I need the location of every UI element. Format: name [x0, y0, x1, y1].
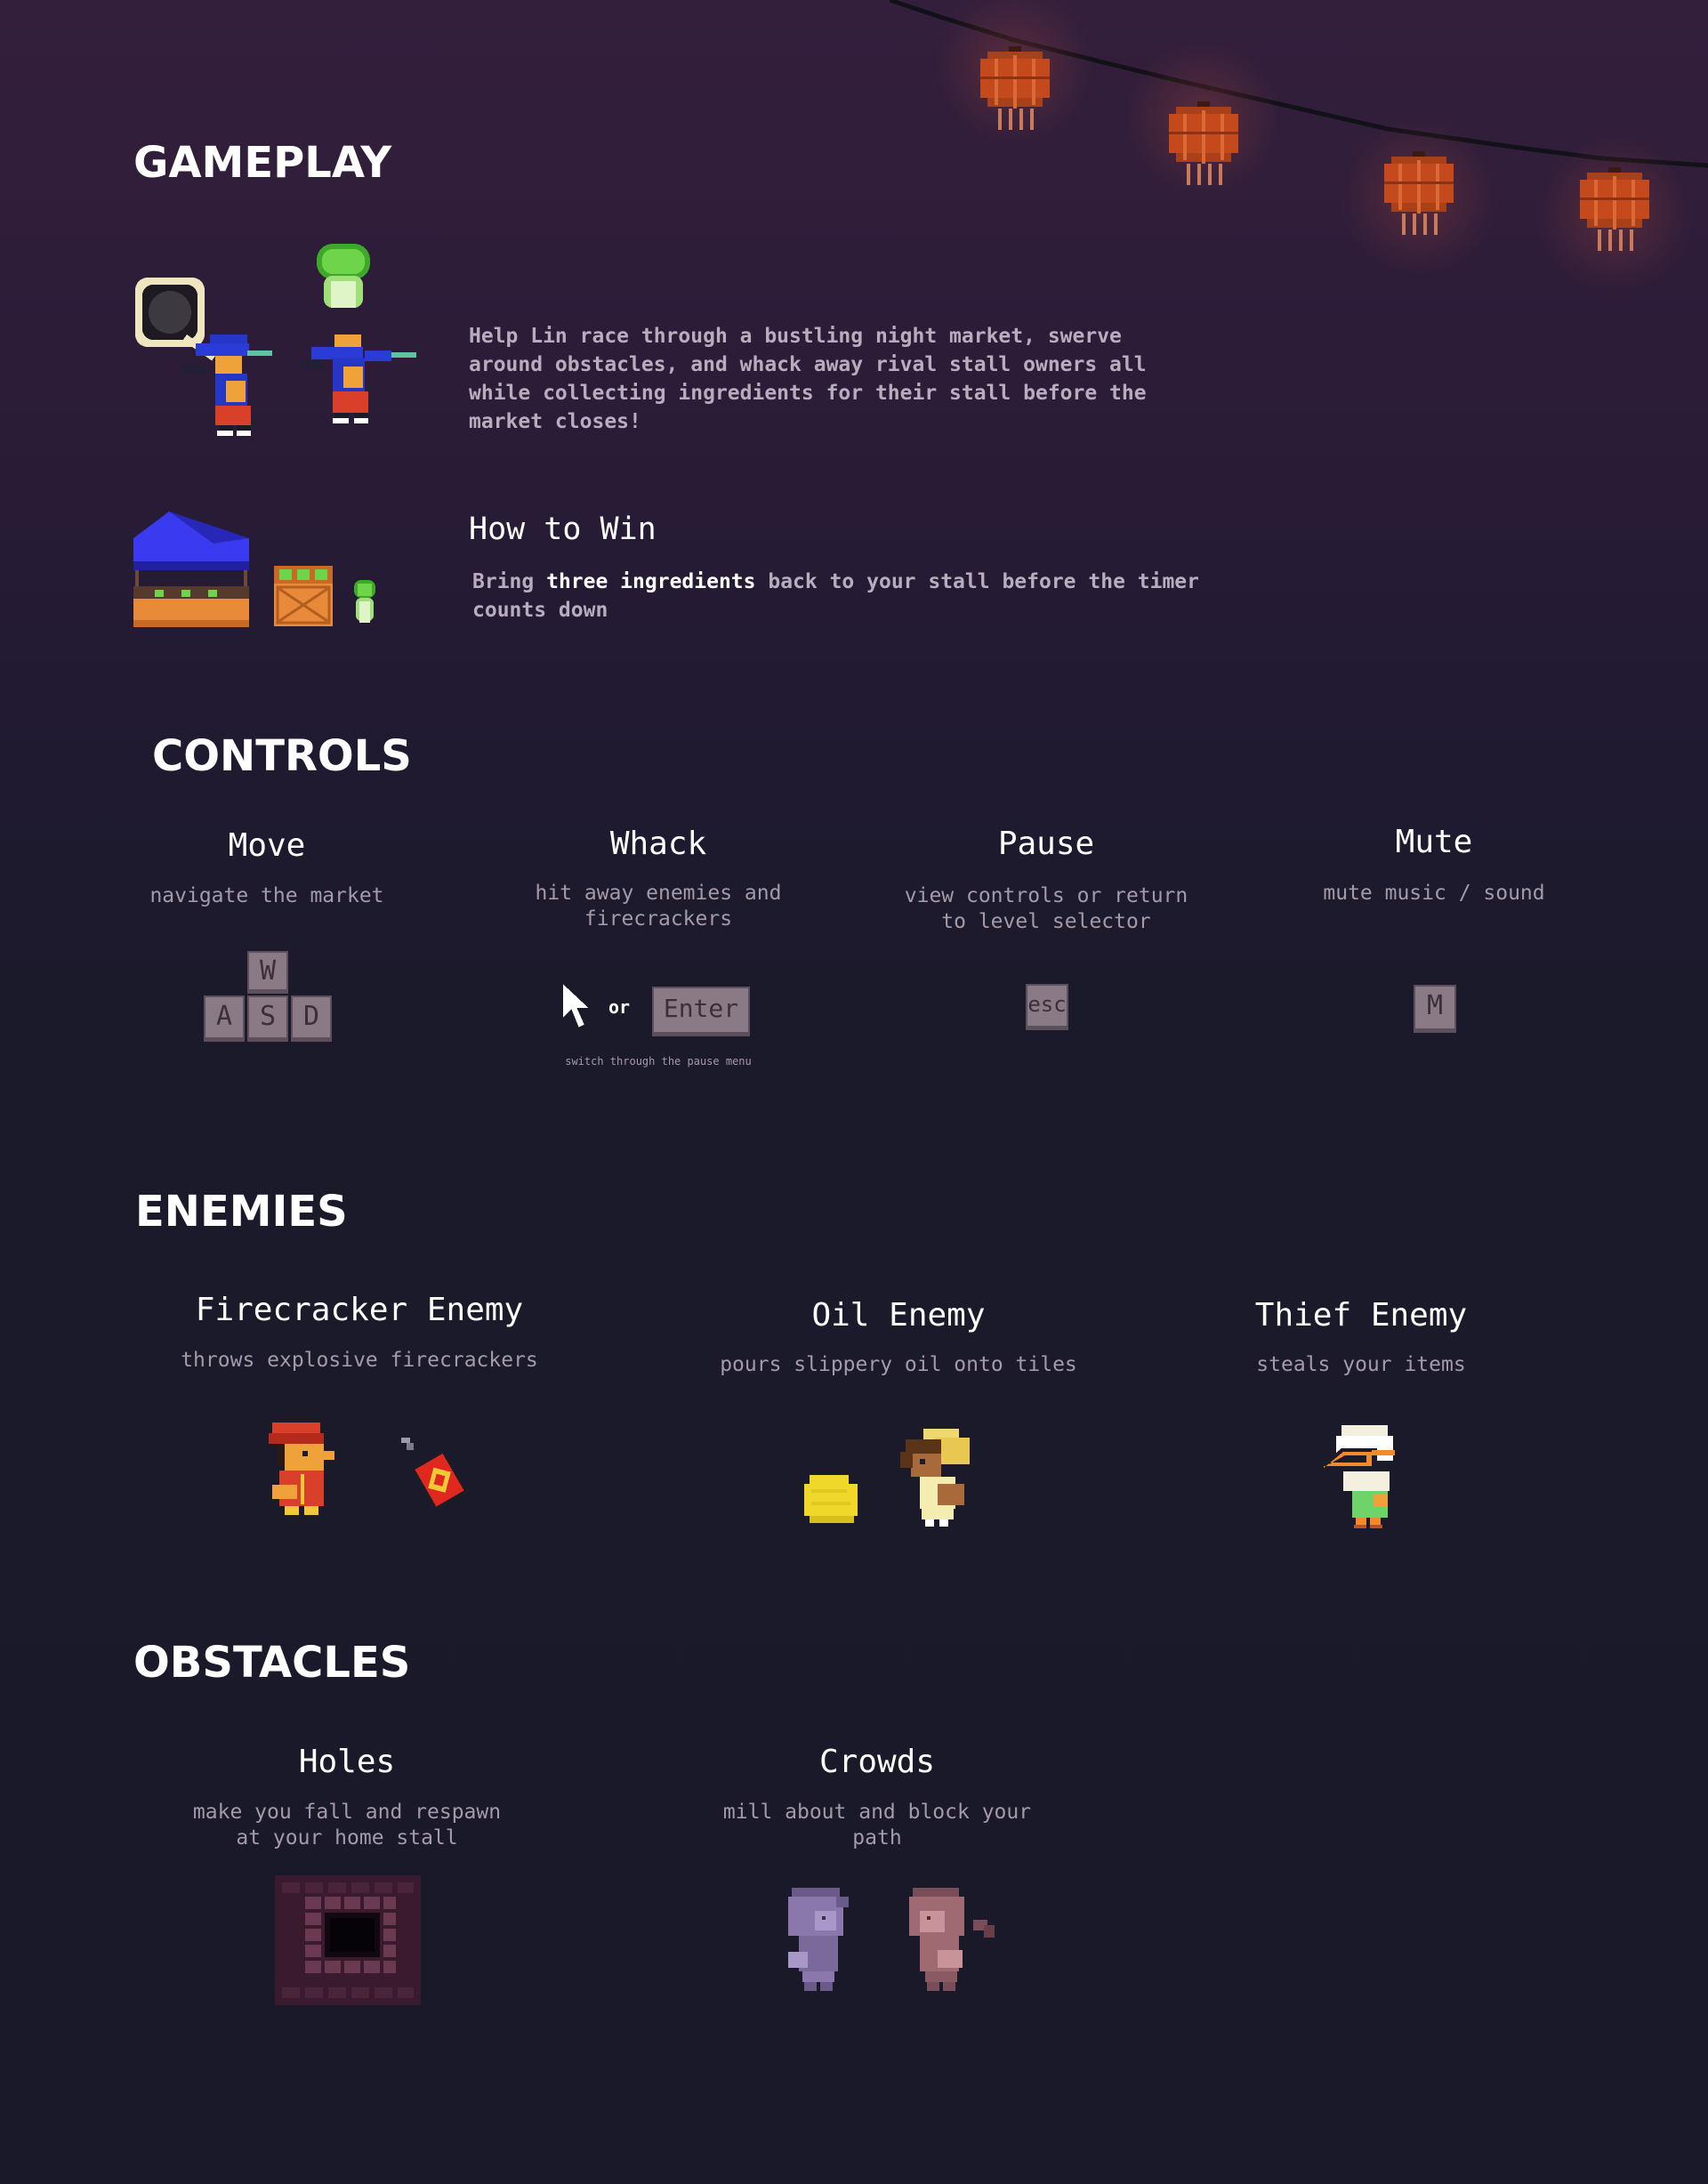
- how-to-win-text: Bring three ingredients back to your sta…: [472, 568, 1202, 625]
- key-d[interactable]: D: [291, 995, 332, 1042]
- gameplay-heading: GAMEPLAY: [133, 138, 392, 188]
- control-whack-title: Whack: [609, 826, 707, 862]
- control-mute-description: mute music / sound: [1323, 882, 1545, 905]
- obstacle-holes-title: Holes: [298, 1744, 396, 1780]
- oil-puddle-icon: [804, 1475, 858, 1523]
- controls-heading: CONTROLS: [152, 731, 412, 781]
- mouse-cursor-icon: [561, 980, 592, 1030]
- enemy-firecracker-title: Firecracker Enemy: [195, 1292, 524, 1328]
- control-whack-description: hit away enemies and firecrackers: [535, 882, 782, 931]
- key-enter[interactable]: Enter: [652, 987, 750, 1036]
- enemy-firecracker-description: throws explosive firecrackers: [181, 1349, 538, 1372]
- enemy-thief-title: Thief Enemy: [1254, 1297, 1468, 1334]
- key-m[interactable]: M: [1414, 985, 1456, 1033]
- enemy-oil-title: Oil Enemy: [811, 1297, 986, 1334]
- how-to-win-text-bold: three ingredients: [546, 570, 756, 593]
- enemy-oil-description: pours slippery oil onto tiles: [720, 1353, 1077, 1376]
- lantern-icon: [1384, 151, 1454, 235]
- obstacle-crowds-title: Crowds: [818, 1744, 936, 1780]
- firecracker-enemy-icon: [269, 1422, 334, 1522]
- control-mute-title: Mute: [1395, 824, 1473, 860]
- control-pause-title: Pause: [997, 826, 1095, 862]
- enemy-thief-description: steals your items: [1256, 1353, 1466, 1376]
- key-w[interactable]: W: [247, 951, 288, 994]
- hole-icon: [275, 1875, 421, 2005]
- lantern-icon: [980, 46, 1050, 130]
- thief-enemy-icon: [1318, 1425, 1395, 1528]
- lantern-icon: [1169, 101, 1238, 185]
- enemies-heading: ENEMIES: [135, 1187, 348, 1237]
- control-move-description: navigate the market: [149, 884, 384, 907]
- whack-note: switch through the pause menu: [565, 1055, 752, 1068]
- how-to-win-text-start: Bring: [472, 570, 547, 593]
- player-bok-choy-icon: [297, 244, 416, 423]
- whack-or-label: or: [608, 996, 631, 1018]
- how-to-win-title: How to Win: [469, 512, 657, 547]
- firecracker-icon: [401, 1438, 470, 1511]
- market-stall-icon: [133, 512, 249, 627]
- bok-choy-icon: [354, 580, 375, 623]
- player-frying-pan-icon: [135, 278, 272, 436]
- key-esc[interactable]: esc: [1026, 984, 1068, 1030]
- key-a[interactable]: A: [204, 995, 245, 1042]
- obstacle-crowds-description: mill about and block your path: [722, 1801, 1032, 1850]
- ingredient-crate-icon: [274, 566, 333, 626]
- obstacles-heading: OBSTACLES: [133, 1638, 411, 1688]
- obstacle-holes-description: make you fall and respawn at your home s…: [192, 1801, 502, 1850]
- oil-enemy-icon: [900, 1429, 970, 1530]
- lantern-icon: [1580, 167, 1649, 251]
- key-s[interactable]: S: [247, 995, 288, 1042]
- control-move-title: Move: [228, 827, 306, 864]
- crowd-person-purple-icon: [788, 1888, 849, 1991]
- crowd-person-pink-icon: [909, 1888, 995, 1991]
- control-pause-description: view controls or return to level selecto…: [904, 884, 1188, 933]
- gameplay-intro-text: Help Lin race through a bustling night m…: [469, 325, 1147, 433]
